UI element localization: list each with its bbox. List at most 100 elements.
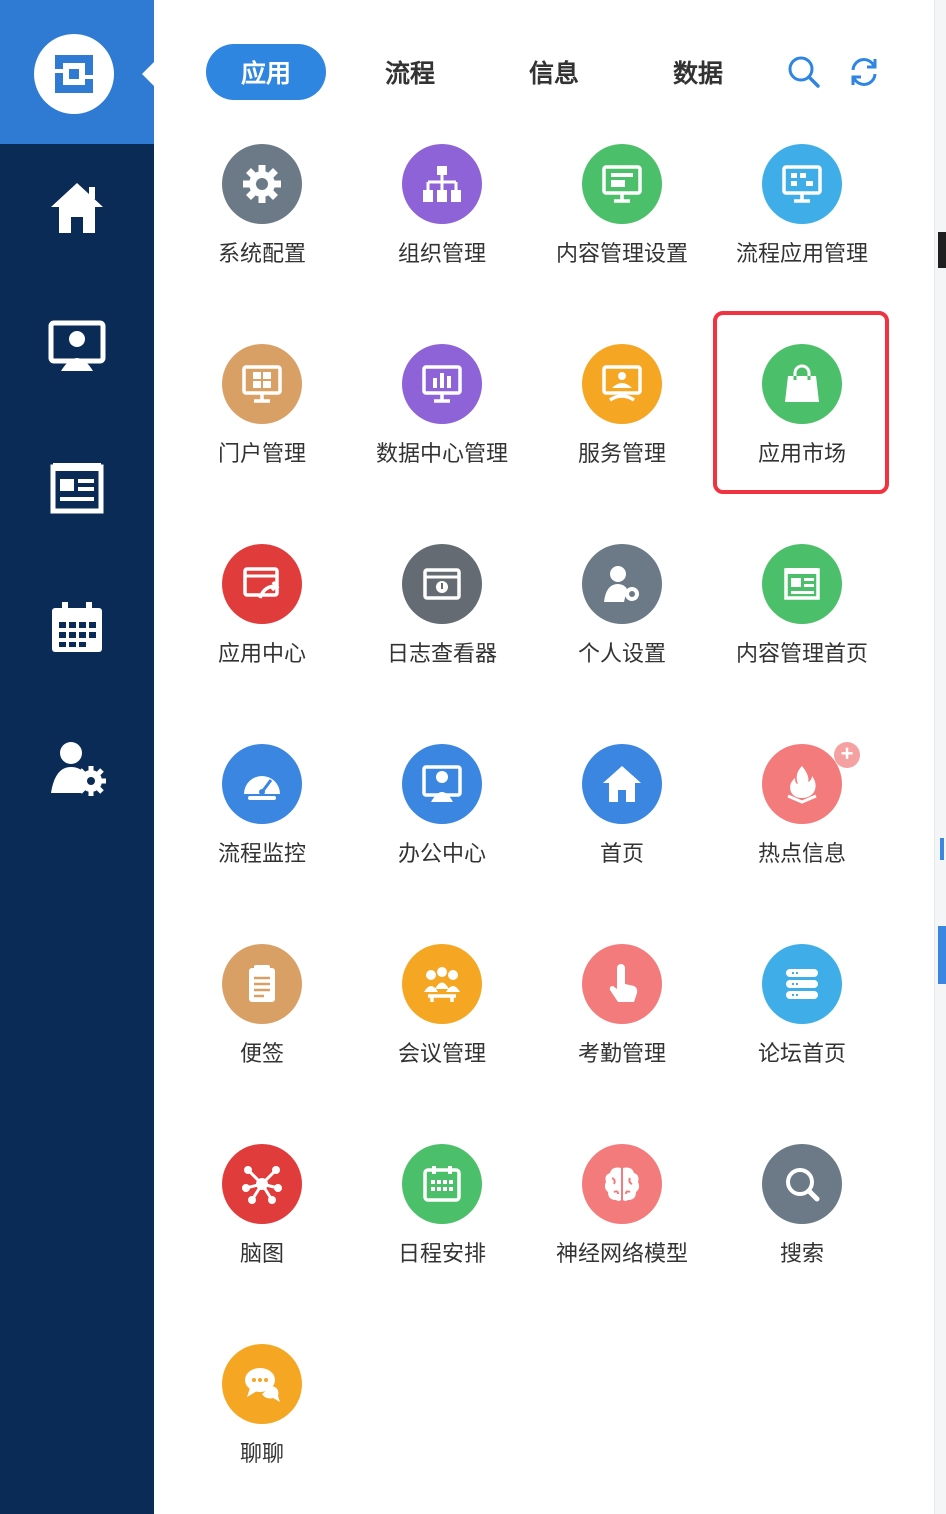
flame-icon: [787, 766, 817, 804]
portal-icon: [242, 365, 282, 403]
app-icon-circle: [402, 944, 482, 1024]
app-icon-circle: [582, 344, 662, 424]
app-icon-circle: [222, 344, 302, 424]
app-forum-home[interactable]: 论坛首页: [712, 944, 892, 1094]
app-label: 论坛首页: [757, 1041, 846, 1066]
app-schedule[interactable]: 日程安排: [352, 1144, 532, 1294]
app-icon-circle: [582, 544, 662, 624]
highlight-box: [713, 311, 889, 494]
search-button[interactable]: [786, 54, 822, 90]
app-icon-circle: [582, 744, 662, 824]
meeting-icon: [424, 967, 460, 1002]
log-viewer-icon: [423, 568, 461, 600]
news-icon: [784, 568, 820, 600]
app-mind-map[interactable]: 脑图: [172, 1144, 352, 1294]
app-label: 便签: [239, 1041, 284, 1066]
app-portal-management[interactable]: 门户管理: [172, 344, 352, 494]
app-label: 脑图: [239, 1241, 284, 1266]
app-icon-circle: [762, 944, 842, 1024]
app-icon-circle: [222, 944, 302, 1024]
search-icon: [788, 56, 820, 88]
tab-data[interactable]: 数据: [638, 44, 758, 100]
app-label: 会议管理: [397, 1041, 486, 1066]
app-label: 流程应用管理: [735, 241, 868, 266]
app-icon-circle: [402, 344, 482, 424]
background-window-edge: [934, 0, 946, 1514]
app-flow-app-management[interactable]: 流程应用管理: [712, 144, 892, 294]
app-neural-network-model[interactable]: 神经网络模型: [532, 1144, 712, 1294]
app-label: 神经网络模型: [555, 1241, 688, 1266]
calendar-icon: [52, 602, 102, 652]
app-content-settings[interactable]: 内容管理设置: [532, 144, 712, 294]
user-settings-icon: [51, 742, 106, 796]
app-search[interactable]: 搜索: [712, 1144, 892, 1294]
app-label: 应用中心: [217, 641, 306, 666]
app-center-icon: [243, 567, 280, 599]
logo-block: [0, 0, 154, 144]
app-icon-circle: [762, 544, 842, 624]
home-icon: [603, 766, 641, 802]
sidebar-item-user-settings[interactable]: [27, 722, 127, 812]
office-icon: [48, 320, 106, 371]
logo-icon: [55, 55, 93, 93]
app-system-config[interactable]: 系统配置: [172, 144, 352, 294]
app-label: 门户管理: [217, 441, 306, 466]
search-icon: [786, 1168, 820, 1202]
sidebar-item-calendar[interactable]: [27, 582, 127, 672]
sidebar-item-home[interactable]: [27, 162, 127, 252]
app-icon-circle: [402, 1144, 482, 1224]
tab-apps[interactable]: 应用: [206, 44, 326, 100]
app-home[interactable]: 首页: [532, 744, 712, 894]
calendar-icon: [423, 1166, 461, 1202]
app-icon-circle: [222, 1344, 302, 1424]
app-attendance-management[interactable]: 考勤管理: [532, 944, 712, 1094]
app-org-management[interactable]: 组织管理: [352, 144, 532, 294]
app-icon-circle: [582, 1144, 662, 1224]
refresh-button[interactable]: [846, 54, 882, 90]
service-icon: [602, 365, 642, 402]
flow-monitor-icon: [782, 165, 822, 203]
logo[interactable]: [34, 34, 114, 114]
app-label: 内容管理首页: [735, 641, 868, 666]
app-label: 热点信息: [757, 841, 846, 866]
brain-icon: [604, 1167, 640, 1201]
gear-icon: [243, 165, 281, 203]
app-hot-info[interactable]: + 热点信息: [712, 742, 892, 894]
org-chart-icon: [423, 166, 461, 202]
app-label: 服务管理: [577, 441, 666, 466]
app-center[interactable]: 应用中心: [172, 544, 352, 694]
app-flow-monitor[interactable]: 流程监控: [172, 744, 352, 894]
tab-info[interactable]: 信息: [494, 44, 614, 100]
app-office-center[interactable]: 办公中心: [352, 744, 532, 894]
app-service-management[interactable]: 服务管理: [532, 344, 712, 494]
category-tabs: 应用 流程 信息 数据: [154, 40, 934, 104]
new-badge: +: [834, 742, 860, 768]
app-log-viewer[interactable]: 日志查看器: [352, 544, 532, 694]
app-data-center-management[interactable]: 数据中心管理: [352, 344, 532, 494]
app-content-home[interactable]: 内容管理首页: [712, 544, 892, 694]
app-label: 日志查看器: [386, 641, 497, 666]
note-icon: [249, 965, 275, 1002]
app-label: 数据中心管理: [375, 441, 508, 466]
app-label: 考勤管理: [577, 1041, 666, 1066]
app-label: 搜索: [779, 1241, 824, 1266]
app-label: 内容管理设置: [555, 241, 688, 266]
app-icon-circle: [402, 144, 482, 224]
app-chat[interactable]: 聊聊: [172, 1344, 352, 1494]
app-meeting-management[interactable]: 会议管理: [352, 944, 532, 1094]
app-panel: 应用 流程 信息 数据 系统配置 组织管理 内容管理设置 流程应用管理 门户管理…: [154, 0, 934, 1514]
sidebar-item-office[interactable]: [27, 302, 127, 392]
refresh-icon: [851, 58, 877, 86]
app-notes[interactable]: 便签: [172, 944, 352, 1094]
app-icon-circle: [222, 144, 302, 224]
app-icon-circle: [582, 144, 662, 224]
sidebar-notch: [142, 62, 154, 86]
sidebar-item-news[interactable]: [27, 442, 127, 532]
tab-process[interactable]: 流程: [350, 44, 470, 100]
app-label: 流程监控: [217, 841, 306, 866]
sidebar: [0, 0, 154, 1514]
app-icon-circle: [402, 544, 482, 624]
home-icon: [51, 183, 103, 233]
app-icon-circle: [222, 544, 302, 624]
app-personal-settings[interactable]: 个人设置: [532, 544, 712, 694]
